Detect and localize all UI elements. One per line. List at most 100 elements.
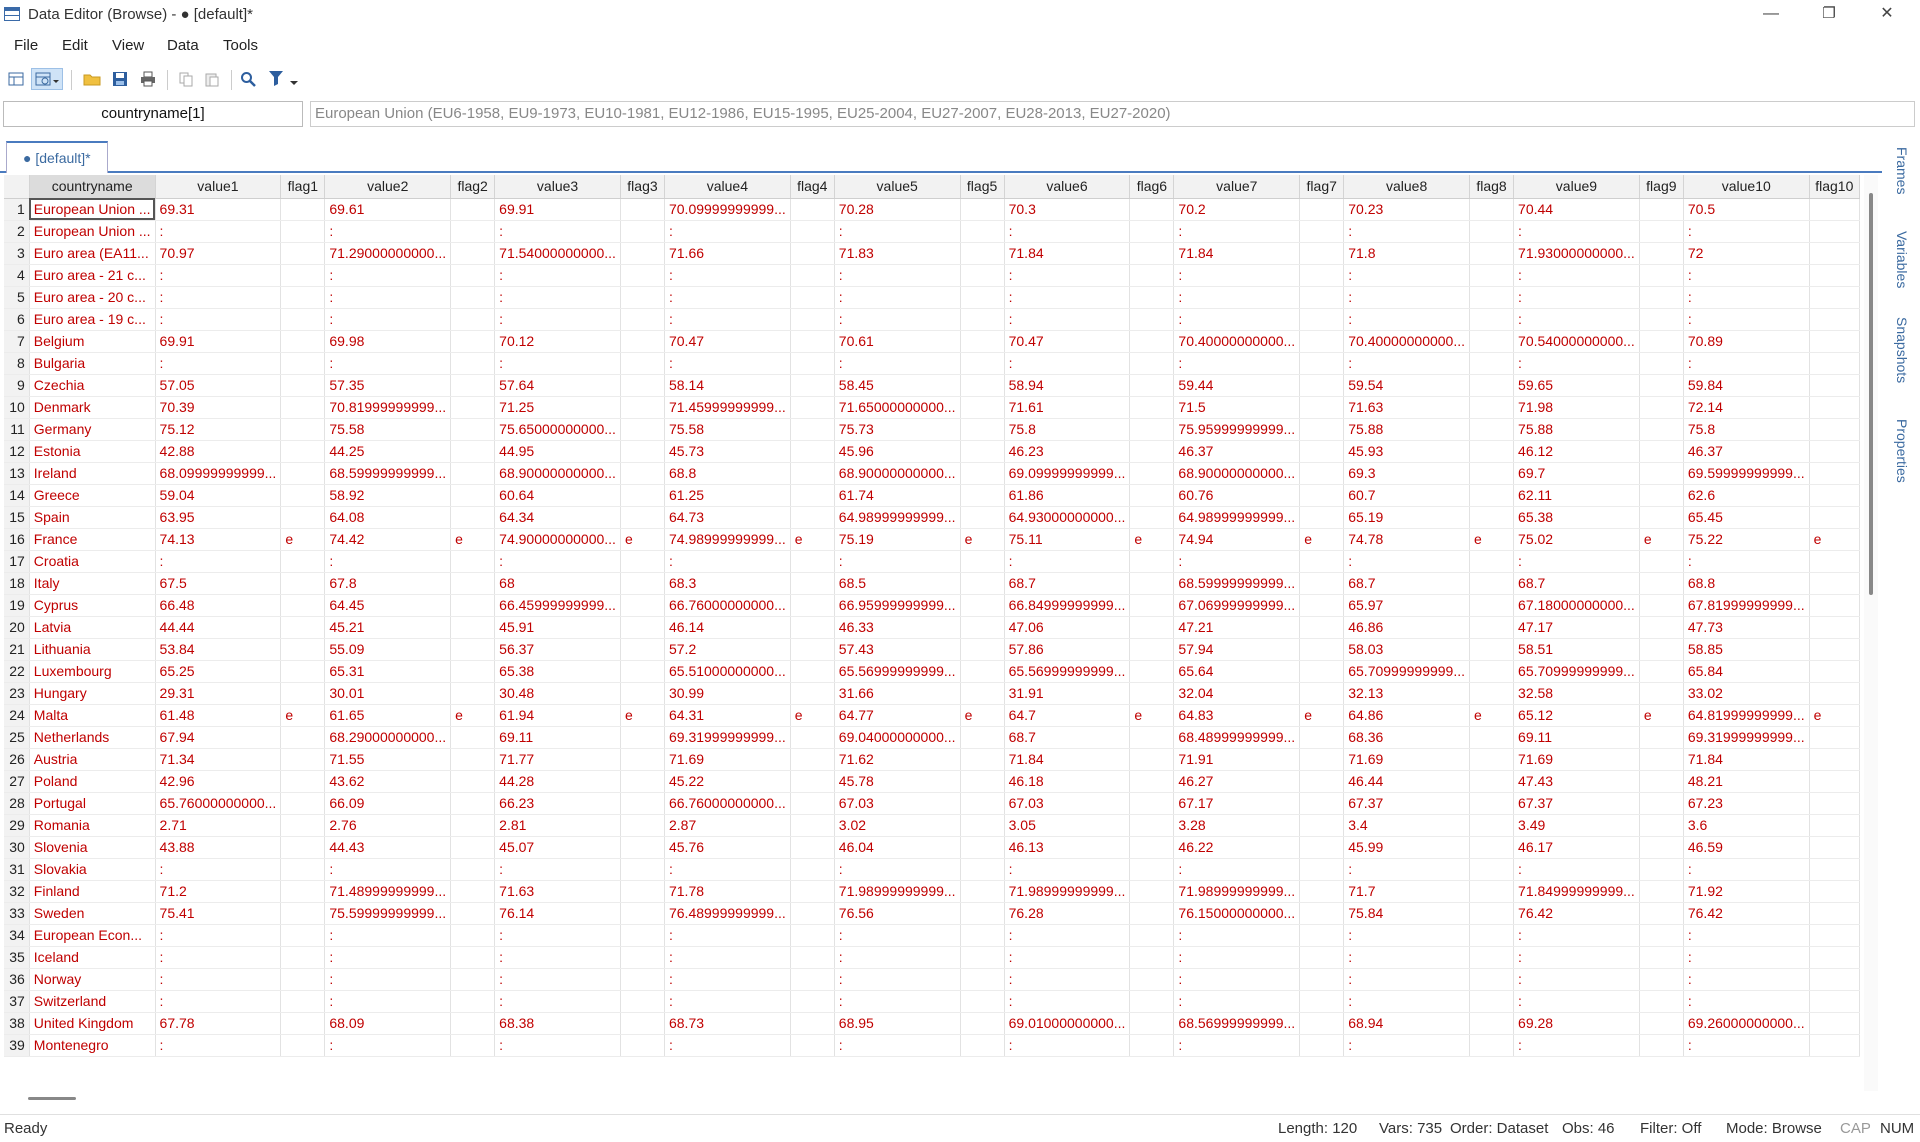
data-cell[interactable]: 76.28 <box>1004 902 1131 925</box>
data-cell[interactable]: 71.29000000000... <box>324 242 452 265</box>
data-cell[interactable] <box>1469 858 1515 881</box>
print-icon[interactable] <box>137 68 159 90</box>
data-cell[interactable]: : <box>1513 220 1640 243</box>
row-number[interactable]: 1 <box>4 198 30 221</box>
data-cell[interactable]: 75.58 <box>664 418 791 441</box>
data-cell[interactable]: 66.09 <box>324 792 452 815</box>
data-cell[interactable] <box>450 572 496 595</box>
data-cell[interactable] <box>1639 792 1684 815</box>
data-cell[interactable] <box>450 836 496 859</box>
menu-edit[interactable]: Edit <box>62 37 88 54</box>
data-cell[interactable] <box>450 792 496 815</box>
column-header[interactable]: flag2 <box>450 175 496 199</box>
country-name-cell[interactable]: Denmark <box>29 396 156 419</box>
row-number[interactable]: 16 <box>4 528 30 551</box>
data-cell[interactable]: 30.48 <box>494 682 621 705</box>
data-cell[interactable]: 60.7 <box>1343 484 1471 507</box>
data-cell[interactable]: 71.54000000000... <box>494 242 621 265</box>
data-cell[interactable] <box>620 616 665 639</box>
column-header[interactable]: flag5 <box>960 175 1005 199</box>
row-number[interactable]: 23 <box>4 682 30 705</box>
data-cell[interactable]: 71.78 <box>664 880 791 903</box>
data-cell[interactable] <box>1809 836 1860 859</box>
data-cell[interactable]: : <box>1173 550 1301 573</box>
data-cell[interactable]: : <box>494 946 621 969</box>
data-cell[interactable] <box>1639 374 1684 397</box>
data-cell[interactable]: 70.61 <box>834 330 961 353</box>
data-cell[interactable] <box>1299 440 1345 463</box>
data-cell[interactable]: 64.83 <box>1173 704 1301 727</box>
data-cell[interactable] <box>1129 220 1175 243</box>
data-cell[interactable]: 31.66 <box>834 682 961 705</box>
data-cell[interactable]: : <box>1004 352 1131 375</box>
row-number[interactable]: 24 <box>4 704 30 727</box>
data-cell[interactable]: : <box>834 220 961 243</box>
data-cell[interactable] <box>450 264 496 287</box>
data-cell[interactable]: 2.87 <box>664 814 791 837</box>
data-cell[interactable] <box>620 660 665 683</box>
row-number[interactable]: 14 <box>4 484 30 507</box>
table-row[interactable]: 12 Estonia 42.88 44.25 44.95 45.73 45.96 46.23 4… <box>4 440 1860 463</box>
data-cell[interactable]: 71.5 <box>1173 396 1301 419</box>
data-cell[interactable] <box>960 286 1005 309</box>
data-cell[interactable] <box>1469 308 1515 331</box>
data-cell[interactable] <box>790 594 835 617</box>
data-cell[interactable] <box>1639 858 1684 881</box>
data-cell[interactable]: 70.5 <box>1683 198 1810 221</box>
data-cell[interactable] <box>620 506 665 529</box>
country-name-cell[interactable]: Czechia <box>29 374 156 397</box>
data-cell[interactable] <box>1299 990 1345 1013</box>
data-cell[interactable]: 46.23 <box>1004 440 1131 463</box>
data-cell[interactable]: e <box>1469 528 1515 551</box>
data-cell[interactable]: : <box>494 264 621 287</box>
column-header[interactable]: value4 <box>664 175 791 199</box>
tab-default-frame[interactable]: ● [default]* <box>6 141 108 173</box>
data-cell[interactable]: : <box>155 968 282 991</box>
data-cell[interactable]: : <box>834 990 961 1013</box>
open-folder-icon[interactable] <box>81 68 103 90</box>
data-cell[interactable] <box>1299 462 1345 485</box>
data-cell[interactable] <box>1129 946 1175 969</box>
data-cell[interactable]: e <box>960 704 1005 727</box>
data-cell[interactable] <box>790 792 835 815</box>
data-grid[interactable]: countryname value1 flag1 value2 flag2 value3 f… <box>4 175 1860 1091</box>
country-name-cell[interactable]: Lithuania <box>29 638 156 661</box>
country-name-cell[interactable]: Euro area (EA11... <box>29 242 156 265</box>
data-cell[interactable] <box>1809 1034 1860 1057</box>
data-cell[interactable]: 67.17 <box>1173 792 1301 815</box>
data-cell[interactable] <box>1129 330 1175 353</box>
data-cell[interactable]: : <box>1004 946 1131 969</box>
data-cell[interactable]: 65.51000000000... <box>664 660 791 683</box>
data-cell[interactable] <box>1809 242 1860 265</box>
row-number[interactable]: 2 <box>4 220 30 243</box>
data-cell[interactable]: 58.51 <box>1513 638 1640 661</box>
data-cell[interactable] <box>1299 242 1345 265</box>
data-cell[interactable] <box>960 990 1005 1013</box>
data-cell[interactable]: e <box>450 704 496 727</box>
data-cell[interactable]: : <box>324 858 452 881</box>
data-cell[interactable]: 46.04 <box>834 836 961 859</box>
data-cell[interactable] <box>1809 550 1860 573</box>
minimize-button[interactable]: — <box>1748 0 1794 30</box>
data-cell[interactable]: 68 <box>494 572 621 595</box>
data-cell[interactable] <box>960 462 1005 485</box>
data-cell[interactable] <box>1299 1034 1345 1057</box>
data-cell[interactable] <box>1299 638 1345 661</box>
data-cell[interactable] <box>280 770 326 793</box>
data-cell[interactable] <box>790 264 835 287</box>
data-cell[interactable] <box>960 1012 1005 1035</box>
data-cell[interactable] <box>280 660 326 683</box>
data-cell[interactable]: 65.12 <box>1513 704 1640 727</box>
data-cell[interactable] <box>280 396 326 419</box>
data-cell[interactable]: 68.7 <box>1343 572 1471 595</box>
data-cell[interactable] <box>1809 572 1860 595</box>
data-cell[interactable]: : <box>1683 990 1810 1013</box>
data-cell[interactable] <box>1809 814 1860 837</box>
data-cell[interactable]: 29.31 <box>155 682 282 705</box>
data-cell[interactable] <box>620 1012 665 1035</box>
data-cell[interactable] <box>280 792 326 815</box>
data-cell[interactable]: : <box>494 990 621 1013</box>
data-cell[interactable] <box>1129 638 1175 661</box>
data-cell[interactable]: e <box>790 704 835 727</box>
row-number[interactable]: 10 <box>4 396 30 419</box>
